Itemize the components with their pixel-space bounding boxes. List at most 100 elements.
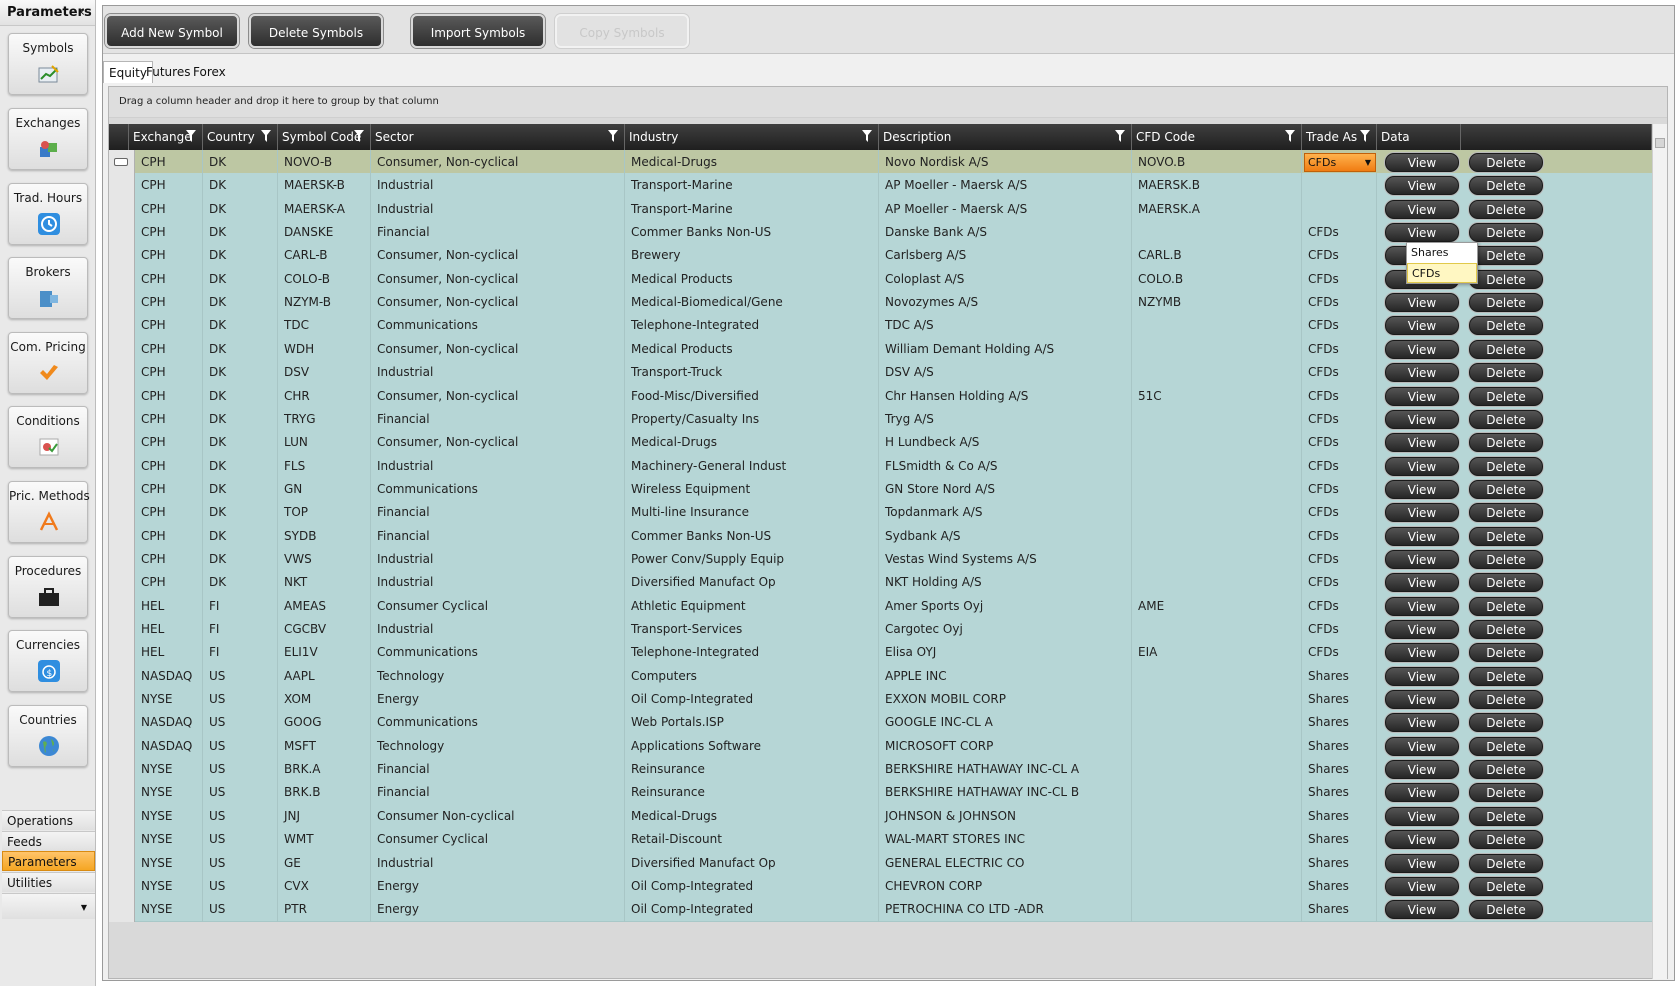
section-operations[interactable]: Operations bbox=[2, 810, 95, 830]
row-selector[interactable] bbox=[109, 874, 135, 899]
delete-row-button[interactable]: Delete bbox=[1469, 387, 1543, 406]
row-selector[interactable] bbox=[109, 897, 135, 922]
row-selector[interactable] bbox=[109, 664, 135, 689]
delete-symbols-button[interactable]: Delete Symbols bbox=[249, 14, 383, 48]
cell-trade-as[interactable]: CFDs bbox=[1302, 640, 1377, 665]
filter-icon[interactable] bbox=[862, 130, 872, 142]
cell-trade-as[interactable]: CFDs bbox=[1302, 313, 1377, 338]
add-new-symbol-button[interactable]: Add New Symbol bbox=[105, 14, 239, 48]
header-sector[interactable]: Sector bbox=[371, 124, 625, 150]
filter-icon[interactable] bbox=[354, 130, 364, 142]
table-row[interactable]: NYSE US XOM Energy Oil Comp-Integrated EXXON … bbox=[109, 687, 1652, 712]
delete-row-button[interactable]: Delete bbox=[1469, 316, 1543, 335]
view-button[interactable]: View bbox=[1385, 316, 1459, 335]
tab-forex[interactable]: Forex bbox=[188, 61, 231, 83]
table-row[interactable]: CPH DK FLS Industrial Machinery-General Indu… bbox=[109, 454, 1652, 479]
header-symbol-code[interactable]: Symbol Code bbox=[278, 124, 371, 150]
table-row[interactable]: CPH DK TRYG Financial Property/Casualty Ins T… bbox=[109, 407, 1652, 432]
row-selector[interactable] bbox=[109, 477, 135, 502]
nav-procedures-button[interactable]: Procedures bbox=[8, 556, 88, 618]
table-row[interactable]: CPH DK CHR Consumer, Non-cyclical Food-Misc/… bbox=[109, 384, 1652, 409]
row-selector[interactable] bbox=[109, 290, 135, 315]
row-selector[interactable] bbox=[109, 407, 135, 432]
view-button[interactable]: View bbox=[1385, 153, 1459, 172]
row-selector[interactable] bbox=[109, 780, 135, 805]
cell-trade-as[interactable]: CFDs bbox=[1302, 477, 1377, 502]
delete-row-button[interactable]: Delete bbox=[1469, 153, 1543, 172]
header-exchange[interactable]: Exchange bbox=[129, 124, 203, 150]
row-selector[interactable] bbox=[109, 570, 135, 595]
delete-row-button[interactable]: Delete bbox=[1469, 527, 1543, 546]
row-selector[interactable] bbox=[109, 360, 135, 385]
nav-pric-methods-button[interactable]: Pric. Methods bbox=[8, 481, 90, 543]
collapse-chevron-icon[interactable]: ‹ bbox=[80, 0, 85, 26]
view-button[interactable]: View bbox=[1385, 690, 1459, 709]
cell-trade-as[interactable]: CFDs bbox=[1302, 617, 1377, 642]
table-row[interactable]: CPH DK NOVO-B Consumer, Non-cyclical Medical… bbox=[109, 150, 1652, 175]
nav-currencies-button[interactable]: Currencies $ bbox=[8, 630, 88, 692]
group-by-panel[interactable]: Drag a column header and drop it here to… bbox=[109, 87, 1667, 118]
row-selector[interactable] bbox=[109, 827, 135, 852]
filter-icon[interactable] bbox=[1285, 130, 1295, 142]
cell-trade-as[interactable]: CFDs bbox=[1302, 594, 1377, 619]
nav-symbols-button[interactable]: Symbols bbox=[8, 33, 88, 95]
dropdown-option-shares[interactable]: Shares bbox=[1407, 243, 1477, 263]
table-row[interactable]: NYSE US BRK.A Financial Reinsurance BERKSHIRE… bbox=[109, 757, 1652, 782]
view-button[interactable]: View bbox=[1385, 410, 1459, 429]
view-button[interactable]: View bbox=[1385, 807, 1459, 826]
header-country[interactable]: Country bbox=[203, 124, 278, 150]
delete-row-button[interactable]: Delete bbox=[1469, 200, 1543, 219]
table-row[interactable]: CPH DK VWS Industrial Power Conv/Supply Equi… bbox=[109, 547, 1652, 572]
delete-row-button[interactable]: Delete bbox=[1469, 737, 1543, 756]
cell-trade-as[interactable]: Shares bbox=[1302, 851, 1377, 876]
delete-row-button[interactable]: Delete bbox=[1469, 573, 1543, 592]
view-button[interactable]: View bbox=[1385, 877, 1459, 896]
delete-row-button[interactable]: Delete bbox=[1469, 270, 1543, 289]
row-selector[interactable] bbox=[109, 594, 135, 619]
cell-trade-as[interactable]: Shares bbox=[1302, 874, 1377, 899]
delete-row-button[interactable]: Delete bbox=[1469, 667, 1543, 686]
cell-trade-as[interactable] bbox=[1302, 173, 1377, 198]
delete-row-button[interactable]: Delete bbox=[1469, 854, 1543, 873]
row-selector[interactable] bbox=[109, 197, 135, 222]
row-selector[interactable] bbox=[109, 851, 135, 876]
delete-row-button[interactable]: Delete bbox=[1469, 503, 1543, 522]
row-selector[interactable] bbox=[109, 243, 135, 268]
cell-trade-as[interactable]: CFDs bbox=[1302, 454, 1377, 479]
row-selector[interactable] bbox=[109, 267, 135, 292]
view-button[interactable]: View bbox=[1385, 550, 1459, 569]
view-button[interactable]: View bbox=[1385, 293, 1459, 312]
cell-trade-as[interactable]: CFDs bbox=[1302, 337, 1377, 362]
table-row[interactable]: HEL FI ELI1V Communications Telephone-Integr… bbox=[109, 640, 1652, 665]
table-row[interactable]: CPH DK WDH Consumer, Non-cyclical Medical Pr… bbox=[109, 337, 1652, 362]
view-button[interactable]: View bbox=[1385, 830, 1459, 849]
import-symbols-button[interactable]: Import Symbols bbox=[411, 14, 545, 48]
row-selector[interactable] bbox=[109, 734, 135, 759]
table-row[interactable]: CPH DK TDC Communications Telephone-Integrat… bbox=[109, 313, 1652, 338]
header-data[interactable]: Data bbox=[1377, 124, 1461, 150]
table-row[interactable]: NYSE US JNJ Consumer Non-cyclical Medical-Dr… bbox=[109, 804, 1652, 829]
filter-icon[interactable] bbox=[608, 130, 618, 142]
view-button[interactable]: View bbox=[1385, 713, 1459, 732]
table-row[interactable]: CPH DK DSV Industrial Transport-Truck DSV A/S… bbox=[109, 360, 1652, 385]
cell-trade-as[interactable]: CFDs bbox=[1302, 243, 1377, 268]
view-button[interactable]: View bbox=[1385, 457, 1459, 476]
delete-row-button[interactable]: Delete bbox=[1469, 433, 1543, 452]
row-selector[interactable] bbox=[109, 640, 135, 665]
view-button[interactable]: View bbox=[1385, 760, 1459, 779]
cell-trade-as[interactable]: CFDs bbox=[1302, 384, 1377, 409]
cell-trade-as[interactable]: CFDs bbox=[1302, 430, 1377, 455]
row-selector[interactable] bbox=[109, 454, 135, 479]
view-button[interactable]: View bbox=[1385, 387, 1459, 406]
section-feeds[interactable]: Feeds bbox=[2, 831, 95, 851]
cell-trade-as[interactable]: CFDs bbox=[1302, 547, 1377, 572]
cell-trade-as[interactable]: CFDs bbox=[1302, 407, 1377, 432]
view-button[interactable]: View bbox=[1385, 223, 1459, 242]
nav-trad-hours-button[interactable]: Trad. Hours bbox=[8, 183, 88, 245]
delete-row-button[interactable]: Delete bbox=[1469, 830, 1543, 849]
vertical-scrollbar[interactable] bbox=[1652, 124, 1667, 979]
cell-trade-as[interactable]: Shares bbox=[1302, 780, 1377, 805]
table-row[interactable]: HEL FI AMEAS Consumer Cyclical Athletic Equi… bbox=[109, 594, 1652, 619]
delete-row-button[interactable]: Delete bbox=[1469, 363, 1543, 382]
row-selector[interactable] bbox=[109, 150, 135, 175]
